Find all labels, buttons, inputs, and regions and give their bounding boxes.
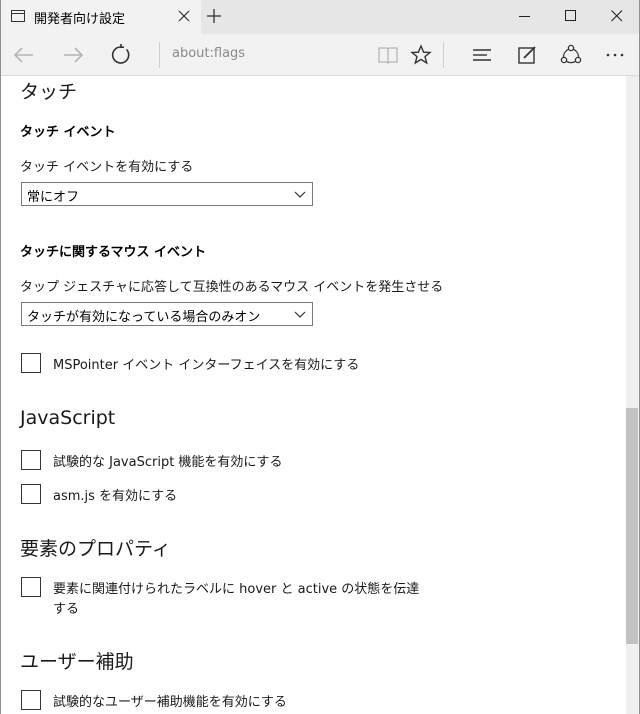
share-icon[interactable] [559,43,583,67]
mspointer-checkbox[interactable] [21,353,41,373]
experimental-accessibility-checkbox[interactable] [21,690,41,710]
active-tab[interactable]: 開発者向け設定 [1,0,201,34]
experimental-javascript-checkbox[interactable] [21,450,41,470]
flags-content: タッチ タッチ イベント タッチ イベントを有効にする 常にオフ タッチに関する… [0,76,626,714]
experimental-accessibility-label: 試験的なユーザー補助機能を有効にする [53,695,287,710]
asmjs-checkbox[interactable] [21,484,41,504]
asmjs-label: asm.js を有効にする [53,489,178,504]
chevron-down-icon [294,191,306,198]
close-icon [611,10,623,22]
section-heading-touch: タッチ [20,81,78,103]
page-icon [11,10,25,22]
section-heading-javascript: JavaScript [20,407,116,429]
minimize-button[interactable] [502,0,548,32]
refresh-icon[interactable] [109,43,133,67]
toolbar-separator [443,42,444,68]
mouse-events-label: タップ ジェスチャに応答して互換性のあるマウス イベントを発生させる [20,280,444,295]
mouse-events-selected-value: タッチが有効になっている場合のみオン [27,310,261,325]
navigation-bar: about:flags [0,34,640,76]
forward-arrow-icon[interactable] [61,43,85,67]
touch-events-heading: タッチ イベント [20,125,116,140]
experimental-javascript-label: 試験的な JavaScript 機能を有効にする [53,455,283,470]
back-arrow-icon[interactable] [12,43,36,67]
hover-active-label-line1: 要素に関連付けられたラベルに hover と active の状態を伝達 [53,582,420,597]
maximize-icon [565,10,576,21]
hover-active-label-line2: する [53,602,80,617]
address-separator [159,42,160,68]
chevron-down-icon [294,311,306,318]
section-heading-element-properties: 要素のプロパティ [20,538,171,560]
section-heading-accessibility: ユーザー補助 [20,651,134,673]
tab-bar: 開発者向け設定 [0,0,640,34]
tab-title: 開発者向け設定 [34,12,126,27]
touch-events-selected-value: 常にオフ [27,190,80,205]
maximize-button[interactable] [548,0,594,32]
favorite-star-icon[interactable] [409,43,433,67]
address-bar[interactable]: about:flags [172,46,245,61]
mspointer-label: MSPointer イベント インターフェイスを有効にする [53,358,360,373]
mouse-events-select[interactable]: タッチが有効になっている場合のみオン [21,302,313,326]
window-border-left [0,0,1,714]
close-tab-icon[interactable] [177,9,191,23]
scrollbar-thumb[interactable] [626,408,638,644]
web-note-icon[interactable] [515,43,539,67]
close-window-button[interactable] [594,0,640,32]
more-options-icon[interactable] [603,43,627,67]
mouse-events-heading: タッチに関するマウス イベント [20,245,207,260]
minimize-icon [519,16,530,17]
hover-active-checkbox[interactable] [21,577,41,597]
new-tab-icon[interactable] [206,8,222,24]
reading-view-icon[interactable] [376,43,400,67]
hub-icon[interactable] [470,43,494,67]
touch-events-select[interactable]: 常にオフ [21,182,313,206]
touch-events-label: タッチ イベントを有効にする [20,160,194,175]
